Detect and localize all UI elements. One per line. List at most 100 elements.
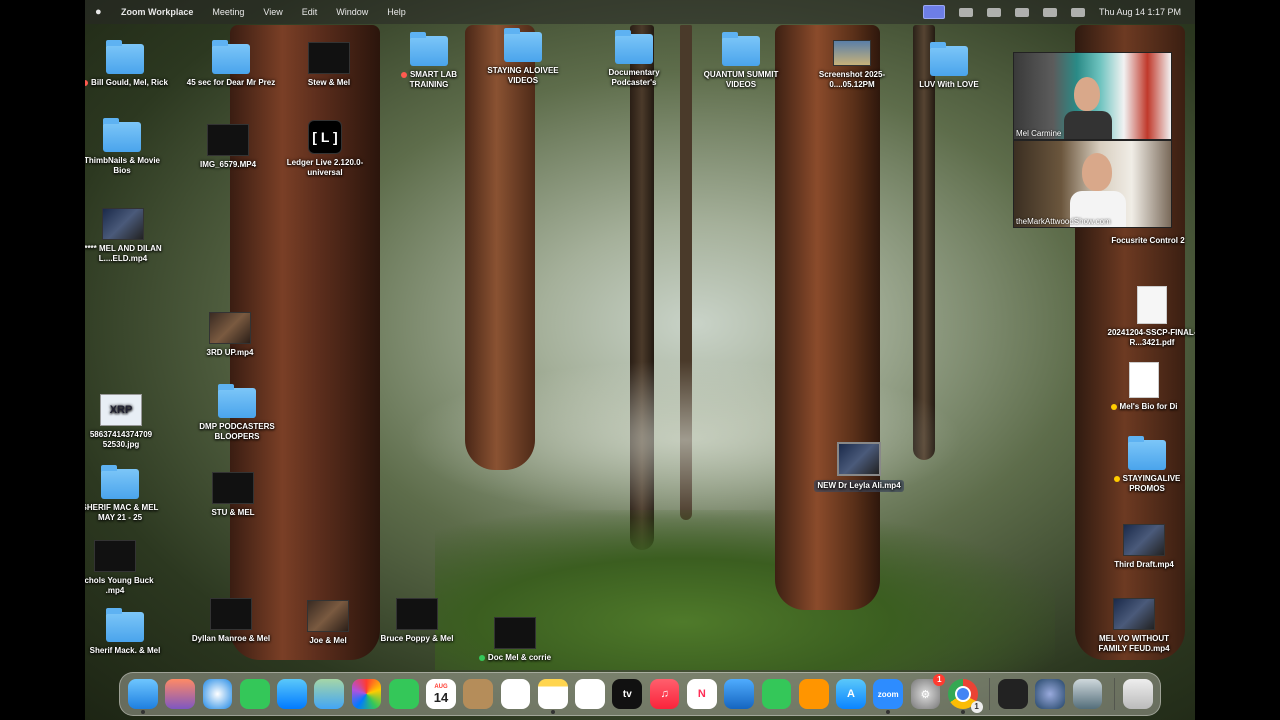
menu-meeting[interactable]: Meeting [212,7,244,17]
dock-separator [1113,678,1115,710]
mail-icon[interactable] [277,679,307,709]
desktop-file[interactable]: Joe & Mel [283,600,373,646]
menu-view[interactable]: View [263,7,282,17]
notes-icon[interactable] [537,679,568,714]
freeform-icon[interactable] [575,679,605,709]
finder-icon[interactable] [128,679,158,714]
desktop-folder[interactable]: Documentary Podcaster's [589,30,679,88]
photos-icon[interactable] [351,679,382,709]
desktop-file[interactable]: Doc Mel & corrie [470,617,560,663]
item-label: Ledger Live 2.120.0-universal [286,158,364,177]
menu-help[interactable]: Help [387,7,406,17]
item-label: IMG_6579.MP4 [199,160,257,169]
app-menu[interactable]: Zoom Workplace [121,7,193,17]
tag-yellow-icon [1110,403,1117,410]
desktop-file[interactable]: 20241204-SSCP-FINAL-R...3421.pdf [1107,286,1195,348]
desktop-file[interactable]: Mel's Bio for Di [1099,362,1189,412]
wifi-icon[interactable] [1014,7,1029,17]
system-settings-icon[interactable]: ⚙ 1 [910,674,946,709]
running-indicator [886,710,891,714]
apple-menu-icon[interactable]: ● [95,6,109,18]
desktop-file[interactable]: STU & MEL [188,472,278,518]
news-icon[interactable]: N [686,679,717,709]
maps-icon[interactable] [314,679,345,709]
app-store-icon[interactable]: A [836,679,866,709]
desktop-app[interactable]: Focusrite Control 2 [1103,236,1193,246]
folder-icon [101,465,139,499]
item-label: 3RD UP.mp4 [206,348,254,357]
video-thumbnail-icon [396,598,438,630]
document-file-icon [1129,362,1159,398]
desktop-file[interactable]: Third Draft.mp4 [1099,524,1189,570]
messages-icon[interactable] [239,679,270,709]
desktop-folder[interactable]: DMP PODCASTERS BLOOPERS [192,384,282,442]
pages-icon[interactable] [798,679,829,709]
desktop-folder[interactable]: 45 sec for Dear Mr Prez [186,40,276,88]
safari-icon[interactable] [202,679,233,709]
desktop-file[interactable]: **** MEL AND DILAN L....ELD.mp4 [85,208,168,264]
desktop-file[interactable]: Dyllan Manroe & Mel [186,598,276,644]
desktop-folder[interactable]: Bill Gould, Mel, Rick [85,40,170,88]
menu-clock[interactable]: Thu Aug 14 1:17 PM [1099,7,1181,17]
desktop-file[interactable]: Stew & Mel [284,42,374,88]
user-icon[interactable] [1070,7,1085,17]
video-thumbnail-icon [94,540,136,572]
keynote-icon[interactable] [724,679,755,709]
battery-icon[interactable] [986,7,1001,17]
control-center-icon[interactable] [1042,7,1057,17]
desktop-folder[interactable]: Sherif Mack. & Mel [85,608,170,656]
folder-icon [930,42,968,76]
reminders-icon[interactable] [500,679,531,709]
desktop-file[interactable]: Nichols Young Buck .mp4 [85,540,160,596]
music-icon[interactable]: ♫ [649,679,680,709]
item-label: NEW Dr Leyla Ali.mp4 [814,480,904,492]
item-label: SHERIF MAC & MEL MAY 21 - 25 [85,503,159,522]
desktop-folder[interactable]: SMART LAB TRAINING [384,32,474,90]
zoom-video-tile[interactable]: theMarkAttwoodShow.com [1013,140,1172,228]
item-label: STAYING ALOIVEE VIDEOS [487,66,559,85]
quicktime-icon[interactable] [1035,679,1066,709]
desktop-folder[interactable]: SHERIF MAC & MEL MAY 21 - 25 [85,465,165,523]
desktop-folder[interactable]: LUV With LOVE [904,42,994,90]
desktop-app[interactable]: [ L ] Ledger Live 2.120.0-universal [280,120,370,178]
menu-edit[interactable]: Edit [302,7,318,17]
numbers-icon[interactable] [761,679,792,709]
item-label: SMART LAB TRAINING [409,70,458,89]
notification-badge: 1 [970,701,983,713]
desktop-file-selected[interactable]: NEW Dr Leyla Ali.mp4 [814,442,904,492]
video-thumbnail-icon [307,600,349,632]
status-area: Thu Aug 14 1:17 PM [922,5,1181,19]
preview-icon[interactable] [1072,679,1103,709]
dock-separator [989,678,991,710]
desktop-file[interactable]: Screenshot 2025-0....05.12PM [807,40,897,90]
contacts-icon[interactable] [463,679,494,709]
launchpad-icon[interactable] [165,679,196,709]
calendar-icon[interactable]: AUG 14 [426,679,456,709]
desktop-folder[interactable]: STAYINGALIVE PROMOS [1102,436,1192,494]
chrome-icon[interactable]: 1 [947,679,983,714]
menu-window[interactable]: Window [336,7,368,17]
audio-meter-icon[interactable] [998,679,1028,709]
trash-icon[interactable] [1122,679,1153,709]
facetime-icon[interactable] [388,679,419,709]
desktop-folder[interactable]: QUANTUM SUMMIT VIDEOS [696,32,786,90]
zoom-icon[interactable]: zoom [873,679,904,714]
desktop-file[interactable]: Bruce Poppy & Mel [372,598,462,644]
item-label: ThimbNails & Movie Bios [85,156,160,175]
video-thumbnail-icon [1113,598,1155,630]
desktop-folder[interactable]: STAYING ALOIVEE VIDEOS [478,28,568,86]
apple-tv-icon[interactable]: tv [612,679,643,709]
desktop-file[interactable]: XRP 58637414374709 52530.jpg [85,394,166,450]
tag-red-icon [400,71,407,78]
screen-share-icon[interactable] [922,5,945,19]
desktop-file[interactable]: MEL VO WITHOUT FAMILY FEUD.mp4 [1089,598,1179,654]
desktop-folder[interactable]: ThimbNails & Movie Bios [85,118,167,176]
desktop-file[interactable]: 3RD UP.mp4 [185,312,275,358]
zoom-video-tile[interactable]: Mel Carmine [1013,52,1172,140]
video-thumbnail-icon [308,42,350,74]
item-label: QUANTUM SUMMIT VIDEOS [703,70,779,89]
play-icon[interactable] [958,7,973,17]
desktop-file[interactable]: IMG_6579.MP4 [183,124,273,170]
folder-icon [106,608,144,642]
item-label: **** MEL AND DILAN L....ELD.mp4 [85,244,162,263]
